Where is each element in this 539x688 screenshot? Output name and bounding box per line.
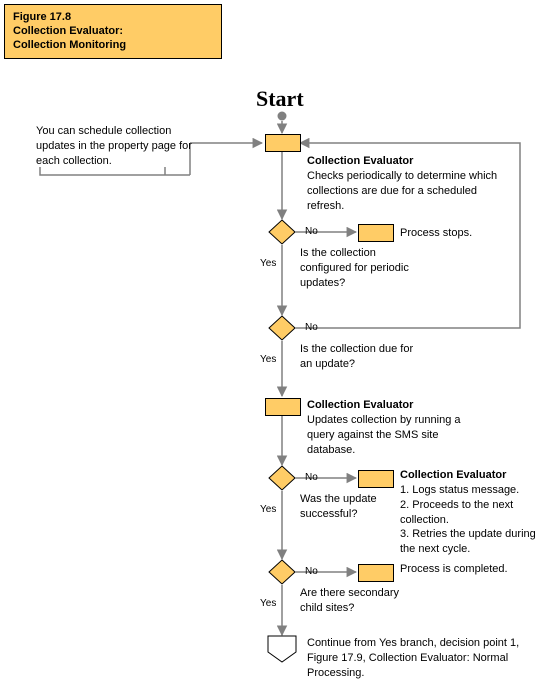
d3-question: Was the update successful?	[300, 492, 400, 522]
process-stops-box	[358, 224, 394, 242]
decision-4	[269, 560, 295, 584]
d1-yes-label: Yes	[260, 258, 276, 269]
d3-no-3: 3. Retries the update during the next cy…	[400, 527, 539, 557]
start-node	[278, 112, 287, 121]
figure-title-box: Figure 17.8 Collection Evaluator: Collec…	[4, 4, 222, 59]
schedule-note: You can schedule collection updates in t…	[36, 124, 196, 169]
step2-body: Updates collection by running a query ag…	[307, 413, 477, 458]
d4-no-label: No	[305, 566, 318, 577]
d3-no-heading: Collection Evaluator	[400, 468, 539, 483]
process-stops-text: Process stops.	[400, 226, 472, 241]
title-line2: Collection Evaluator:	[13, 25, 213, 39]
d3-yes-label: Yes	[260, 504, 276, 515]
d3-no-label: No	[305, 472, 318, 483]
d2-yes-label: Yes	[260, 354, 276, 365]
d2-no-label: No	[305, 322, 318, 333]
step1-heading: Collection Evaluator	[307, 154, 512, 169]
d4-no-text: Process is completed.	[400, 562, 510, 577]
flowchart-stage: Figure 17.8 Collection Evaluator: Collec…	[0, 0, 539, 688]
step2-heading: Collection Evaluator	[307, 398, 477, 413]
d1-no-label: No	[305, 226, 318, 237]
d3-no-box	[358, 470, 394, 488]
d4-yes-label: Yes	[260, 598, 276, 609]
decision-3	[269, 466, 295, 490]
step1-body: Checks periodically to determine which c…	[307, 169, 512, 214]
decision-2	[269, 316, 295, 340]
d4-question: Are there secondary child sites?	[300, 586, 400, 616]
title-line1: Figure 17.8	[13, 11, 213, 25]
process-evaluator-1	[265, 134, 301, 152]
offpage-connector	[268, 636, 296, 662]
process-evaluator-2	[265, 398, 301, 416]
d4-no-box	[358, 564, 394, 582]
d1-question: Is the collection configured for periodi…	[300, 246, 430, 291]
d3-no-2: 2. Proceeds to the next collection.	[400, 498, 539, 528]
d3-no-1: 1. Logs status message.	[400, 483, 539, 498]
decision-1	[269, 220, 295, 244]
start-label: Start	[256, 86, 304, 112]
d2-question: Is the collection due for an update?	[300, 342, 420, 372]
title-line3: Collection Monitoring	[13, 39, 213, 53]
continue-text: Continue from Yes branch, decision point…	[307, 636, 537, 681]
